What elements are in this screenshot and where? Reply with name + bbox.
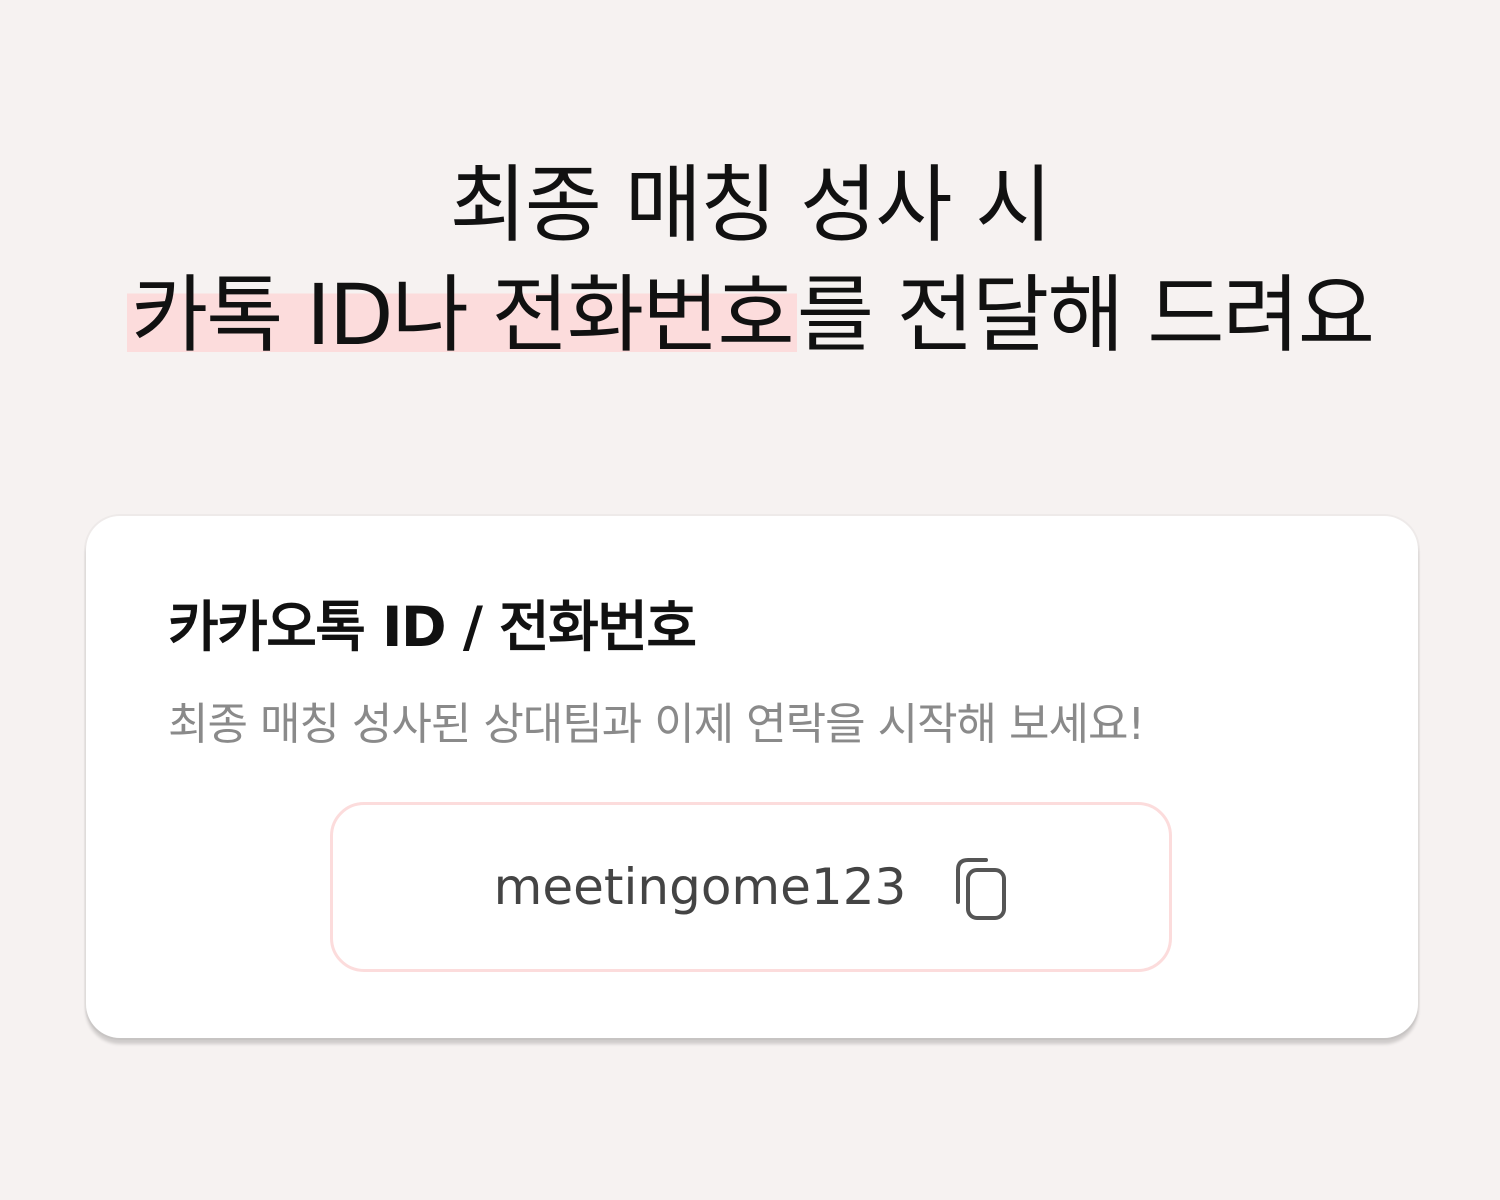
headline-highlight: 카톡 ID나 전화번호 [126, 266, 797, 364]
headline-line-1: 최종 매칭 성사 시 [449, 156, 1052, 254]
headline-line-2-rest: 를 전달해 드려요 [796, 266, 1375, 364]
contact-id-value[interactable]: meetingome123 [494, 858, 907, 916]
contact-copy-box[interactable]: meetingome123 [330, 802, 1172, 972]
headline-line-2: 카톡 ID나 전화번호를 전달해 드려요 [0, 260, 1500, 370]
contact-card: 카카오톡 ID / 전화번호 최종 매칭 성사된 상대팀과 이제 연락을 시작해… [86, 516, 1418, 1038]
headline: 최종 매칭 성사 시 카톡 ID나 전화번호를 전달해 드려요 [0, 150, 1500, 370]
card-description: 최종 매칭 성사된 상대팀과 이제 연락을 시작해 보세요! [168, 699, 1145, 750]
card-title: 카카오톡 ID / 전화번호 [168, 595, 697, 659]
copy-icon[interactable] [952, 856, 1008, 922]
